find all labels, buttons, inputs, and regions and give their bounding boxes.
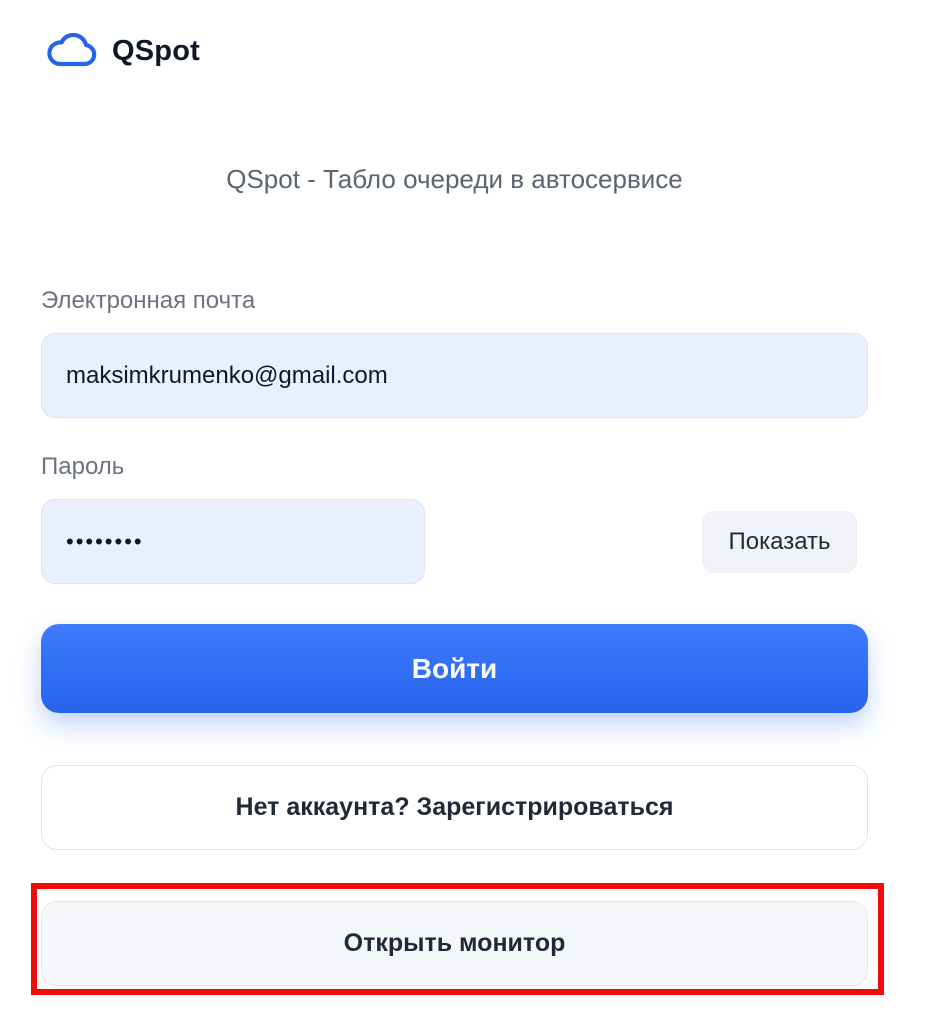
show-password-button[interactable]: Показать: [702, 511, 857, 573]
login-page: QSpot QSpot - Табло очереди в автосервис…: [0, 0, 932, 1024]
password-label: Пароль: [41, 453, 125, 480]
brand-name: QSpot: [112, 34, 200, 67]
cloud-icon: [47, 33, 97, 67]
email-field[interactable]: [41, 333, 868, 418]
brand-header[interactable]: QSpot: [44, 28, 200, 74]
password-field[interactable]: [41, 499, 425, 584]
highlight-annotation: [31, 883, 884, 995]
email-label: Электронная почта: [41, 287, 256, 314]
register-button[interactable]: Нет аккаунта? Зарегистрироваться: [41, 765, 868, 850]
login-button[interactable]: Войти: [41, 624, 868, 713]
page-subtitle: QSpot - Табло очереди в автосервисе: [226, 164, 683, 194]
